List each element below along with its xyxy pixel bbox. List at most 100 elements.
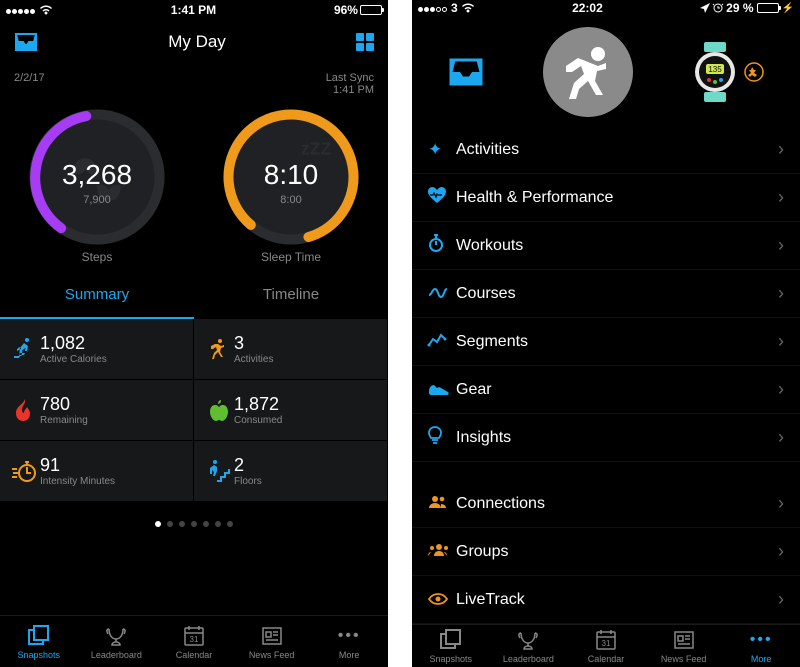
signal-dots	[6, 3, 53, 17]
last-sync: Last Sync 1:41 PM	[326, 72, 374, 96]
device-widget[interactable]: 135	[692, 40, 764, 104]
heart-icon	[428, 187, 446, 203]
chart-icon	[428, 333, 446, 347]
tab-bar: Snapshots Leaderboard 31 Calendar News F…	[412, 624, 800, 667]
cell-intensity[interactable]: 91Intensity Minutes	[0, 441, 194, 502]
status-bar: 1:41 PM 96%	[0, 0, 388, 20]
watch-icon: 135	[692, 40, 738, 104]
wifi-icon	[39, 5, 53, 15]
menu-segments[interactable]: Segments›	[412, 318, 800, 366]
header: 135	[412, 16, 800, 126]
more-icon: •••	[338, 624, 361, 648]
people-icon	[428, 495, 448, 509]
runner-icon	[558, 42, 618, 102]
tab-snapshots[interactable]: Snapshots	[0, 616, 78, 667]
running-icon	[207, 337, 231, 361]
tab-more[interactable]: ••• More	[310, 616, 388, 667]
sleep-label: Sleep Time	[206, 250, 376, 264]
route-icon	[428, 285, 448, 299]
status-time: 1:41 PM	[171, 3, 216, 17]
left-screen: 1:41 PM 96% My Day 2/2/17 Last Sync 1:41…	[0, 0, 388, 667]
page-title: My Day	[168, 32, 226, 52]
calendar-icon: 31	[595, 629, 617, 651]
grid-icon[interactable]	[356, 33, 374, 51]
leaderboard-icon	[105, 625, 127, 647]
cell-activities[interactable]: 3Activities	[194, 319, 388, 380]
tab-newsfeed[interactable]: News Feed	[233, 616, 311, 667]
chevron-right-icon: ›	[778, 589, 784, 610]
menu-gear[interactable]: Gear›	[412, 366, 800, 414]
menu-groups[interactable]: Groups›	[412, 528, 800, 576]
run-icon	[12, 336, 38, 362]
menu-livetrack[interactable]: LiveTrack›	[412, 576, 800, 624]
chevron-right-icon: ›	[778, 541, 784, 562]
cell-active-calories[interactable]: 1,082Active Calories	[0, 319, 194, 380]
flame-icon	[14, 398, 36, 422]
chevron-right-icon: ›	[778, 187, 784, 208]
more-icon: •••	[750, 628, 773, 652]
chevron-right-icon: ›	[778, 331, 784, 352]
chevron-right-icon: ›	[778, 427, 784, 448]
steps-dial[interactable]: 3,268 7,900 Steps	[12, 102, 182, 264]
date-label: 2/2/17	[14, 72, 45, 96]
carrier-label: 3	[451, 1, 458, 15]
tab-newsfeed[interactable]: News Feed	[645, 625, 723, 667]
svg-text:31: 31	[190, 635, 199, 644]
menu-activities[interactable]: ✦Activities›	[412, 126, 800, 174]
chevron-right-icon: ›	[778, 283, 784, 304]
location-icon	[700, 3, 710, 13]
eye-icon	[428, 593, 448, 605]
cell-consumed[interactable]: 1,872Consumed	[194, 380, 388, 441]
menu-workouts[interactable]: Workouts›	[412, 222, 800, 270]
tab-calendar[interactable]: 31 Calendar	[567, 625, 645, 667]
cell-remaining[interactable]: 780Remaining	[0, 380, 194, 441]
tab-calendar[interactable]: 31 Calendar	[155, 616, 233, 667]
menu-list: ✦Activities› Health & Performance› Worko…	[412, 126, 800, 624]
summary-grid: 1,082Active Calories 3Activities 780Rema…	[0, 319, 388, 502]
signal-dots	[418, 1, 448, 15]
snapshots-icon	[440, 629, 462, 651]
newsfeed-icon	[673, 629, 695, 651]
shoe-icon	[428, 383, 450, 395]
activity-avatar[interactable]	[543, 27, 633, 117]
chevron-right-icon: ›	[778, 379, 784, 400]
chevron-right-icon: ›	[778, 235, 784, 256]
chevron-right-icon: ›	[778, 493, 784, 514]
group-icon	[428, 543, 450, 557]
cell-floors[interactable]: 2Floors	[194, 441, 388, 502]
menu-insights[interactable]: Insights›	[412, 414, 800, 462]
stopwatch-icon	[12, 459, 38, 483]
inbox-icon[interactable]	[448, 57, 484, 87]
newsfeed-icon	[261, 625, 283, 647]
tab-bar: Snapshots Leaderboard 31 Calendar News F…	[0, 615, 388, 667]
calendar-icon: 31	[183, 625, 205, 647]
tab-more[interactable]: ••• More	[722, 625, 800, 667]
tab-leaderboard[interactable]: Leaderboard	[490, 625, 568, 667]
tab-leaderboard[interactable]: Leaderboard	[78, 616, 156, 667]
tab-snapshots[interactable]: Snapshots	[412, 625, 490, 667]
inbox-icon[interactable]	[14, 32, 38, 52]
battery-pct: 29 %	[726, 1, 753, 15]
nav-bar: My Day	[0, 20, 388, 64]
chevron-right-icon: ›	[778, 139, 784, 160]
menu-courses[interactable]: Courses›	[412, 270, 800, 318]
status-time: 22:02	[572, 1, 603, 15]
snapshots-icon	[28, 625, 50, 647]
alarm-icon	[713, 3, 723, 13]
stairs-icon	[207, 459, 231, 483]
menu-health[interactable]: Health & Performance›	[412, 174, 800, 222]
tab-summary[interactable]: Summary	[0, 272, 194, 319]
battery-icon	[360, 5, 382, 15]
bulb-icon	[428, 426, 442, 444]
page-indicator[interactable]	[0, 502, 388, 534]
svg-text:31: 31	[602, 639, 611, 648]
sleep-dial[interactable]: zZZ 8:10 8:00 Sleep Time	[206, 102, 376, 264]
battery-pct: 96%	[334, 3, 358, 17]
menu-connections[interactable]: Connections›	[412, 480, 800, 528]
right-screen: 3 22:02 29 % ⚡ 135	[412, 0, 800, 667]
leaderboard-icon	[517, 629, 539, 651]
apple-icon	[208, 398, 230, 422]
status-bar: 3 22:02 29 % ⚡	[412, 0, 800, 16]
tab-timeline[interactable]: Timeline	[194, 272, 388, 319]
stopwatch-icon	[428, 234, 444, 252]
